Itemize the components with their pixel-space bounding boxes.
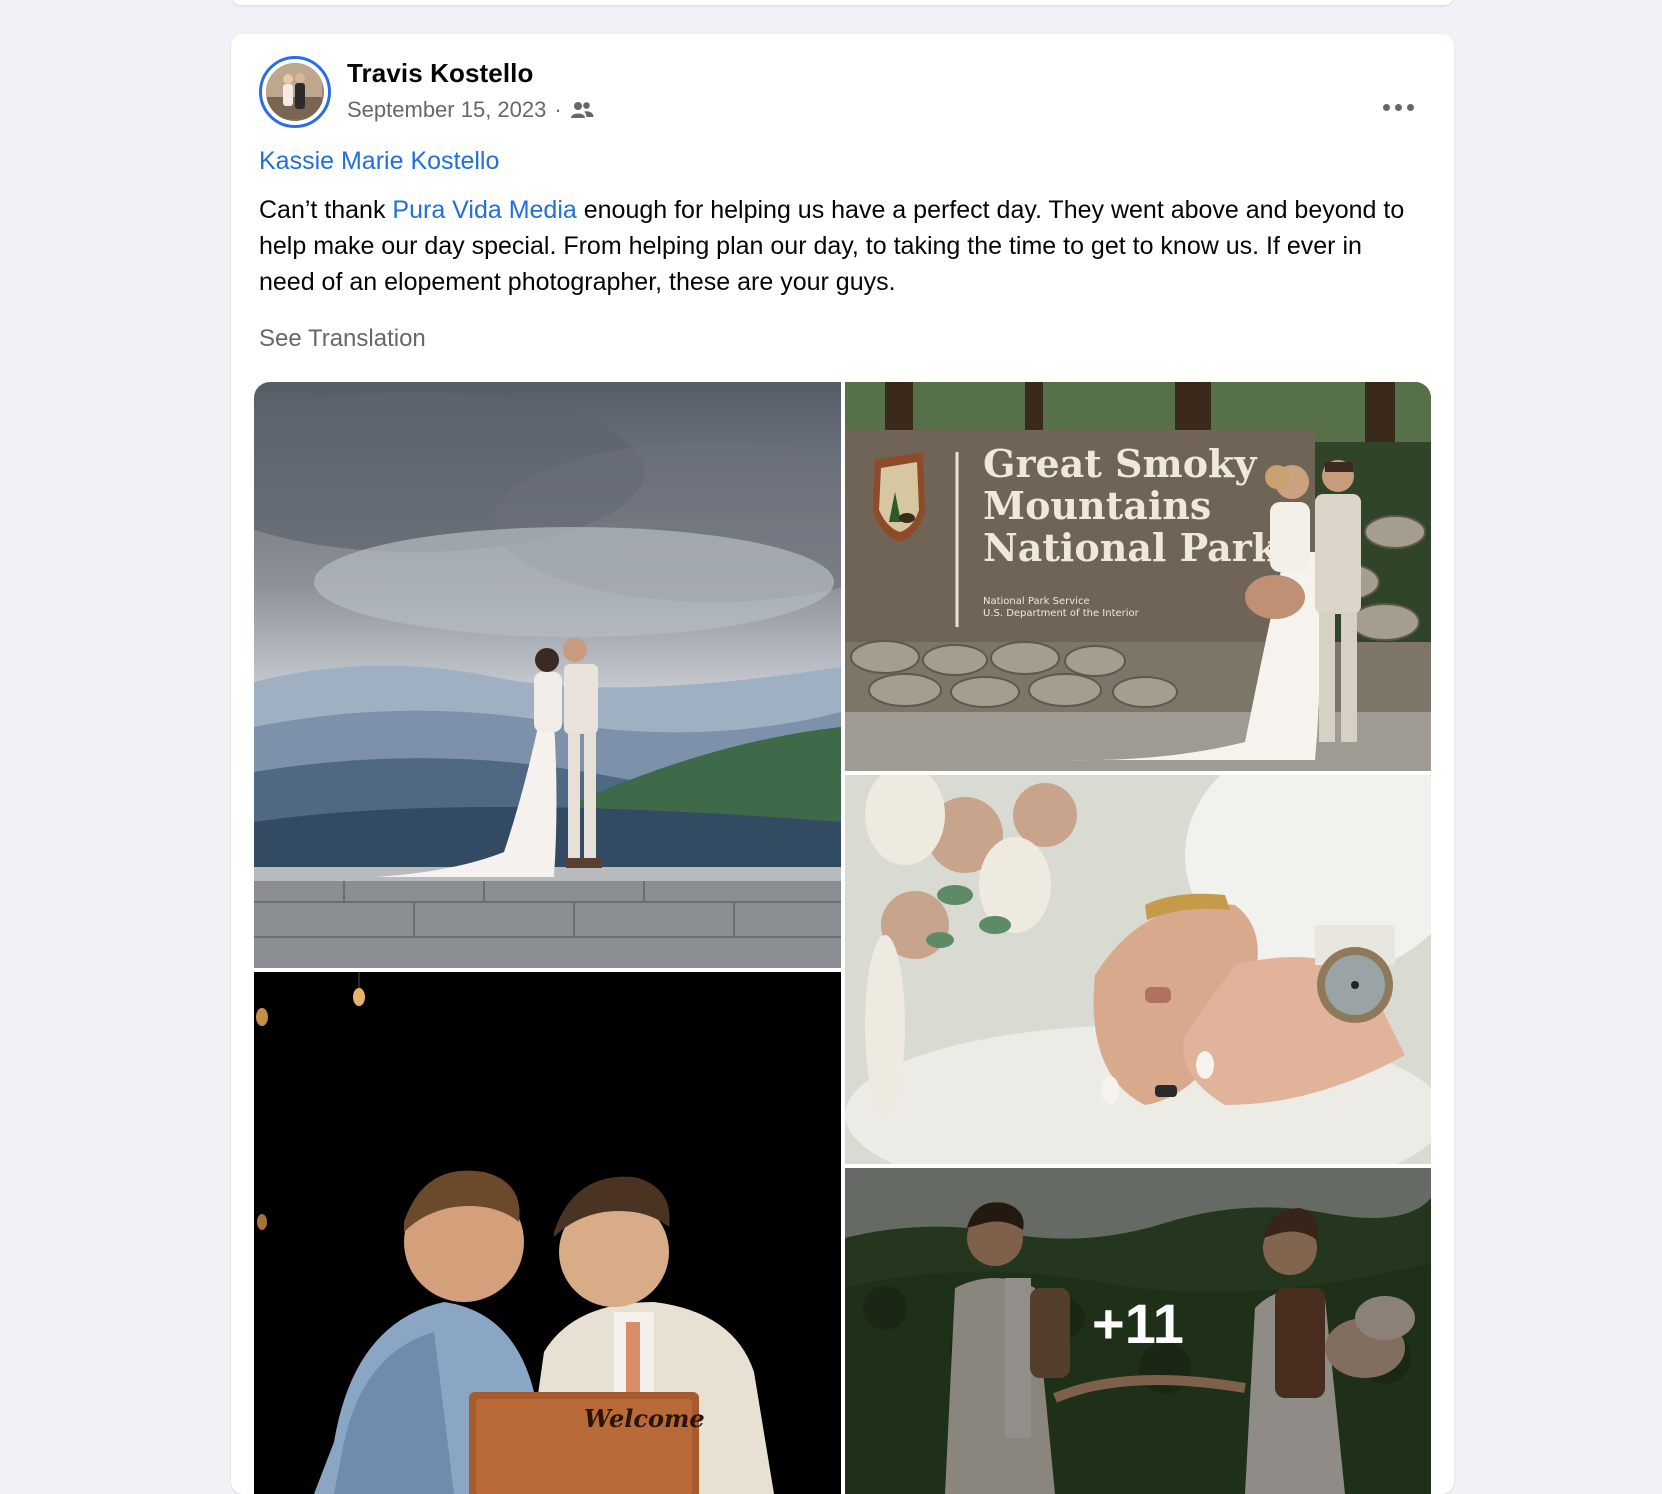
more-photos-overlay[interactable]: +11 [845, 1168, 1431, 1494]
photo-rings-hands[interactable] [845, 775, 1431, 1164]
more-dot [1407, 104, 1414, 111]
meta-separator: · [554, 97, 562, 122]
sign-line-2: Mountains [983, 483, 1211, 528]
photo-grid: Great Smoky Mountains National Park Nati… [254, 382, 1431, 1494]
night-couple-image: Welcome [254, 972, 841, 1494]
park-sign-image: Great Smoky Mountains National Park Nati… [845, 382, 1431, 771]
sign-line-1: Great Smoky [983, 441, 1257, 486]
avatar-photo [266, 63, 324, 121]
page-mention-link[interactable]: Pura Vida Media [392, 196, 576, 224]
post-body: Can’t thank Pura Vida Media enough for h… [259, 192, 1419, 300]
post-card: Travis Kostello September 15, 2023 · Kas… [231, 34, 1454, 1494]
rings-image [845, 775, 1431, 1164]
more-options-icon[interactable] [1383, 104, 1414, 111]
more-photos-count: +11 [1092, 1291, 1184, 1355]
friends-icon [570, 102, 594, 118]
avatar-couple-image [266, 63, 322, 119]
photo-mountain-kiss[interactable] [254, 382, 841, 968]
sign-line-3: National Park [983, 525, 1279, 570]
sign-sub-2: U.S. Department of the Interior [983, 608, 1140, 619]
tagged-person-link[interactable]: Kassie Marie Kostello [259, 147, 499, 176]
sign-sub-1: National Park Service [983, 596, 1090, 607]
author-avatar[interactable] [259, 56, 331, 128]
mountain-kiss-image [254, 382, 841, 968]
welcome-sign-text: Welcome [584, 1404, 705, 1433]
more-dot [1395, 104, 1402, 111]
photo-night-couple[interactable]: Welcome [254, 972, 841, 1494]
photo-national-park-sign[interactable]: Great Smoky Mountains National Park Nati… [845, 382, 1431, 771]
previous-post-card [231, 0, 1454, 5]
body-text-start: Can’t thank [259, 196, 393, 224]
author-name[interactable]: Travis Kostello [347, 58, 533, 89]
more-dot [1383, 104, 1390, 111]
photo-more-overlay[interactable]: +11 [845, 1168, 1431, 1494]
post-meta: September 15, 2023 · [347, 96, 594, 124]
see-translation-link[interactable]: See Translation [259, 325, 426, 353]
post-date[interactable]: September 15, 2023 [347, 97, 546, 123]
